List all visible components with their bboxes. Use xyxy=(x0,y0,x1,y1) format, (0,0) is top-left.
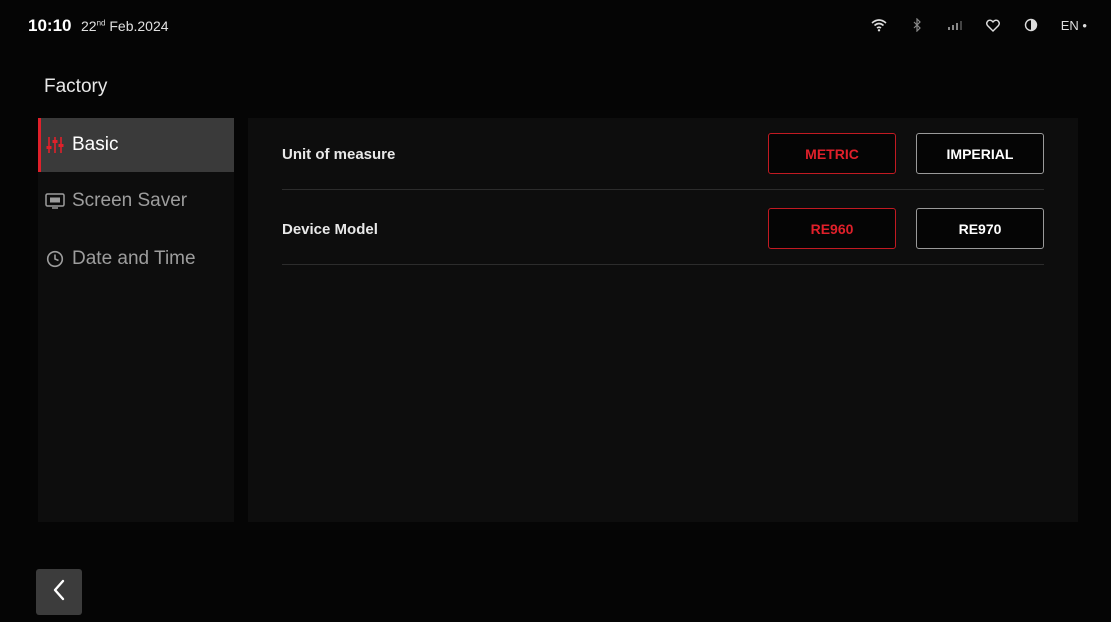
status-icons: EN • xyxy=(871,14,1087,36)
clock-time: 10:10 xyxy=(28,16,72,35)
device-model-row: Device Model RE960 RE970 xyxy=(282,193,1044,265)
sliders-icon xyxy=(44,134,66,156)
signal-icon xyxy=(947,14,963,36)
sidebar-item-label: Date and Time xyxy=(72,248,196,269)
contrast-icon[interactable] xyxy=(1023,14,1039,36)
factory-settings-screen: 10:10 22nd Feb.2024 EN • Factory Basic S… xyxy=(0,0,1111,622)
sidebar-item-basic[interactable]: Basic xyxy=(38,118,234,172)
status-bar: 10:10 22nd Feb.2024 EN • xyxy=(0,0,1111,52)
back-button[interactable] xyxy=(36,569,82,615)
device-model-label: Device Model xyxy=(282,221,378,238)
wifi-icon xyxy=(871,14,887,36)
sidebar-item-date-and-time[interactable]: Date and Time xyxy=(38,230,234,288)
sidebar-item-screen-saver[interactable]: Screen Saver xyxy=(38,172,234,230)
sidebar-item-label: Screen Saver xyxy=(72,190,188,211)
chevron-left-icon xyxy=(52,579,66,606)
imperial-button[interactable]: IMPERIAL xyxy=(916,133,1044,174)
screen-saver-icon xyxy=(44,190,66,212)
page-title: Factory xyxy=(44,76,108,97)
metric-button[interactable]: METRIC xyxy=(768,133,896,174)
re960-button[interactable]: RE960 xyxy=(768,208,896,249)
settings-panel: Unit of measure METRIC IMPERIAL Device M… xyxy=(248,118,1078,522)
re970-button[interactable]: RE970 xyxy=(916,208,1044,249)
unit-of-measure-row: Unit of measure METRIC IMPERIAL xyxy=(282,118,1044,190)
clock-icon xyxy=(44,248,66,270)
heart-icon xyxy=(985,14,1001,36)
sidebar: Basic Screen Saver Date and Time xyxy=(38,118,234,522)
unit-of-measure-label: Unit of measure xyxy=(282,146,396,163)
clock-date: 22nd Feb.2024 xyxy=(81,18,169,34)
date-day: 22 xyxy=(81,18,97,34)
date-month-year: Feb.2024 xyxy=(105,18,169,34)
bluetooth-icon xyxy=(909,14,925,36)
language-selector[interactable]: EN • xyxy=(1061,18,1087,33)
sidebar-item-label: Basic xyxy=(72,134,119,155)
